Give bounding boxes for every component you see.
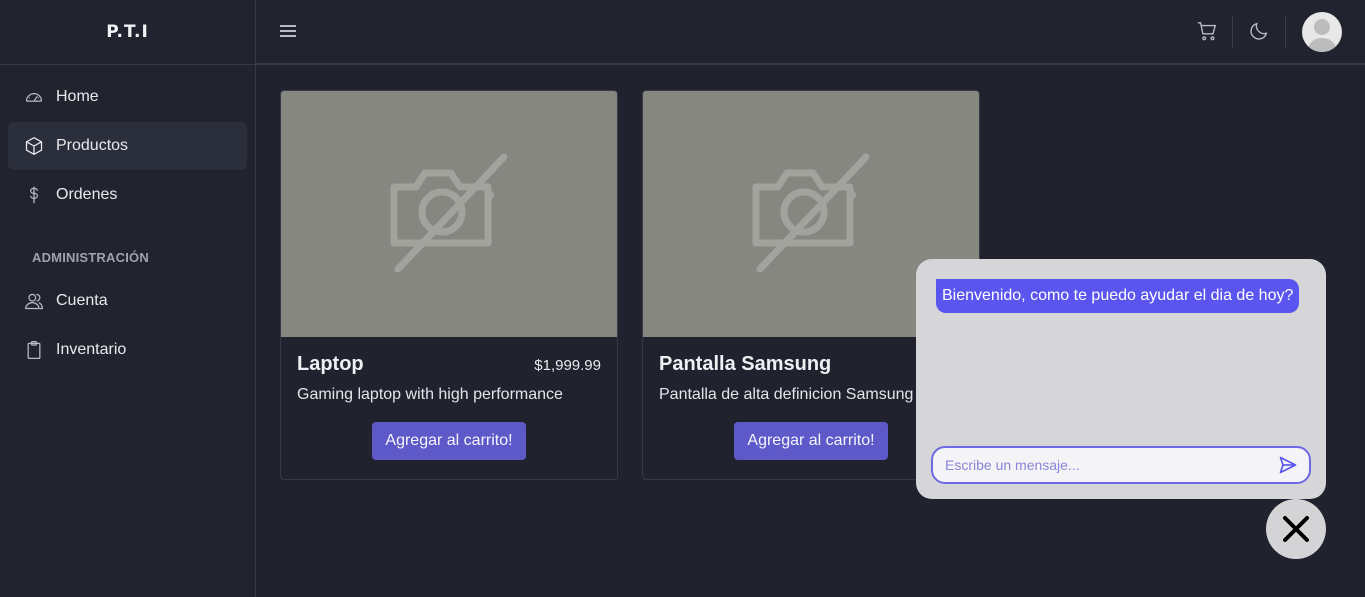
sidebar-item-label: Inventario — [56, 341, 127, 358]
sidebar-item-cuenta[interactable]: Cuenta — [8, 277, 247, 325]
product-title: Pantalla Samsung — [659, 353, 832, 375]
topbar — [256, 0, 1365, 65]
brand-logo[interactable]: P.T.I — [0, 0, 255, 65]
no-photo-icon — [390, 153, 508, 273]
cube-icon — [25, 136, 43, 156]
product-price: $1,999.99 — [534, 357, 601, 374]
topbar-divider — [1232, 16, 1233, 48]
sidebar-item-label: Ordenes — [56, 186, 118, 203]
cart-icon[interactable] — [1196, 19, 1218, 43]
send-icon[interactable] — [1277, 455, 1299, 475]
chat-welcome-message: Bienvenido, como te puedo ayudar el dia … — [936, 279, 1300, 313]
add-to-cart-button[interactable]: Agregar al carrito! — [372, 422, 526, 460]
section-title-administracion: ADMINISTRACIÓN — [32, 250, 149, 265]
users-icon — [25, 293, 43, 310]
sidebar-item-home[interactable]: Home — [8, 73, 247, 121]
chat-widget: Bienvenido, como te puedo ayudar el dia … — [916, 259, 1326, 499]
sidebar-item-label: Home — [56, 88, 99, 105]
user-avatar-icon — [1307, 19, 1337, 52]
chat-input-container — [931, 446, 1311, 484]
product-description: Gaming laptop with high performance — [297, 386, 563, 403]
avatar[interactable] — [1302, 12, 1342, 52]
moon-icon[interactable] — [1248, 20, 1270, 42]
hamburger-menu-icon[interactable] — [280, 22, 296, 42]
sidebar-item-ordenes[interactable]: Ordenes — [8, 171, 247, 219]
add-to-cart-button[interactable]: Agregar al carrito! — [734, 422, 888, 460]
chat-message-input[interactable] — [945, 448, 1255, 482]
chat-close-button[interactable] — [1266, 499, 1326, 559]
sidebar-item-inventario[interactable]: Inventario — [8, 326, 247, 374]
sidebar-item-productos[interactable]: Productos — [8, 122, 247, 170]
product-card: Laptop $1,999.99 Gaming laptop with high… — [280, 90, 618, 480]
sidebar-item-label: Productos — [56, 137, 129, 154]
speedometer-icon — [25, 93, 43, 102]
topbar-divider — [1285, 16, 1286, 48]
close-icon — [1283, 516, 1309, 542]
sidebar-nav: Home Productos Ordenes ADMINISTRACIÓN Cu… — [0, 65, 255, 383]
sidebar: P.T.I Home Productos Ordenes ADMINISTRAC… — [0, 0, 256, 597]
sidebar-item-label: Cuenta — [56, 292, 108, 309]
product-image — [281, 91, 617, 337]
clipboard-icon — [27, 341, 41, 359]
no-photo-icon — [752, 153, 870, 273]
dollar-icon — [30, 186, 38, 204]
product-title: Laptop — [297, 353, 364, 375]
